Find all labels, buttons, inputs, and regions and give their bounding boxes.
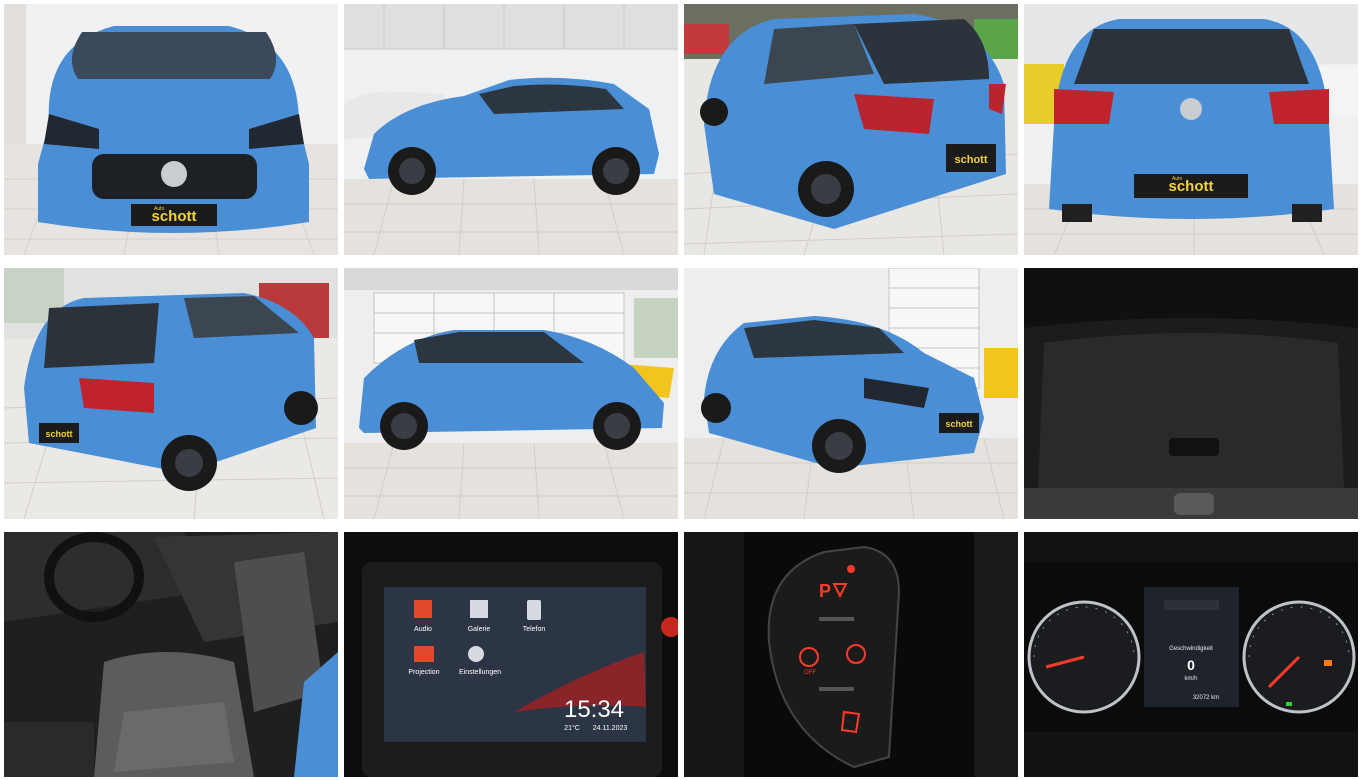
- trunk-photo: [1024, 268, 1358, 519]
- gallery-thumb-infotainment[interactable]: Audio Galerie Telefon Projection Einstel…: [344, 532, 678, 777]
- gallery-thumb-front-quarter[interactable]: schott: [684, 268, 1018, 519]
- cluster-title: Geschwindigkeit: [1169, 646, 1213, 652]
- license-plate-subtext: Auto: [1172, 176, 1183, 182]
- clock-time: 15:34: [564, 696, 624, 723]
- gallery-thumb-rear-quarter[interactable]: schott: [684, 4, 1018, 255]
- gallery-thumb-side[interactable]: [344, 4, 678, 255]
- car-rear-photo: schott Auto: [1024, 4, 1358, 255]
- car-side-photo: [344, 4, 678, 255]
- gallery-thumb-side-2[interactable]: [344, 268, 678, 519]
- car-side-photo-2: [344, 268, 678, 519]
- car-rear-quarter-photo-2: schott: [4, 268, 338, 519]
- license-plate-text: schott: [46, 429, 73, 439]
- gallery-thumb-rear-quarter-2[interactable]: schott: [4, 268, 338, 519]
- infotainment-photo: Audio Galerie Telefon Projection Einstel…: [344, 532, 678, 777]
- car-rear-quarter-photo: schott: [684, 4, 1018, 255]
- license-plate-subtext: Auto: [154, 206, 165, 212]
- gallery-thumb-rear[interactable]: schott Auto: [1024, 4, 1358, 255]
- gallery-thumb-cluster[interactable]: Geschwindigkeit 0 km/h 32072 km: [1024, 532, 1358, 777]
- gallery-thumb-front[interactable]: schott Auto: [4, 4, 338, 255]
- date: 24.11.2023: [593, 725, 628, 732]
- traction-off-label: OFF: [804, 670, 816, 676]
- gallery-thumb-interior[interactable]: [4, 532, 338, 777]
- instrument-cluster-photo: Geschwindigkeit 0 km/h 32072 km: [1024, 532, 1358, 777]
- app-label-audio: Audio: [414, 626, 432, 633]
- app-label-projection: Projection: [408, 669, 439, 676]
- license-plate-text: schott: [955, 154, 988, 166]
- interior-photo: [4, 532, 338, 777]
- gallery-thumb-console[interactable]: P OFF: [684, 532, 1018, 777]
- app-label-gallery: Galerie: [468, 626, 491, 633]
- temperature: 21°C: [564, 724, 580, 732]
- park-assist-label: P: [819, 581, 831, 601]
- cluster-unit: km/h: [1184, 676, 1197, 682]
- car-front-photo: schott Auto: [4, 4, 338, 255]
- license-plate-text: schott: [946, 419, 973, 429]
- app-label-settings: Einstellungen: [459, 669, 501, 676]
- car-front-quarter-photo: schott: [684, 268, 1018, 519]
- cluster-speed: 0: [1187, 657, 1195, 673]
- console-buttons-photo: P OFF: [684, 532, 1018, 777]
- gallery-thumb-trunk[interactable]: [1024, 268, 1358, 519]
- app-label-phone: Telefon: [523, 626, 546, 633]
- cluster-odometer: 32072 km: [1193, 695, 1219, 701]
- photo-gallery: schott Auto schott schott Auto schott sc…: [4, 4, 1358, 777]
